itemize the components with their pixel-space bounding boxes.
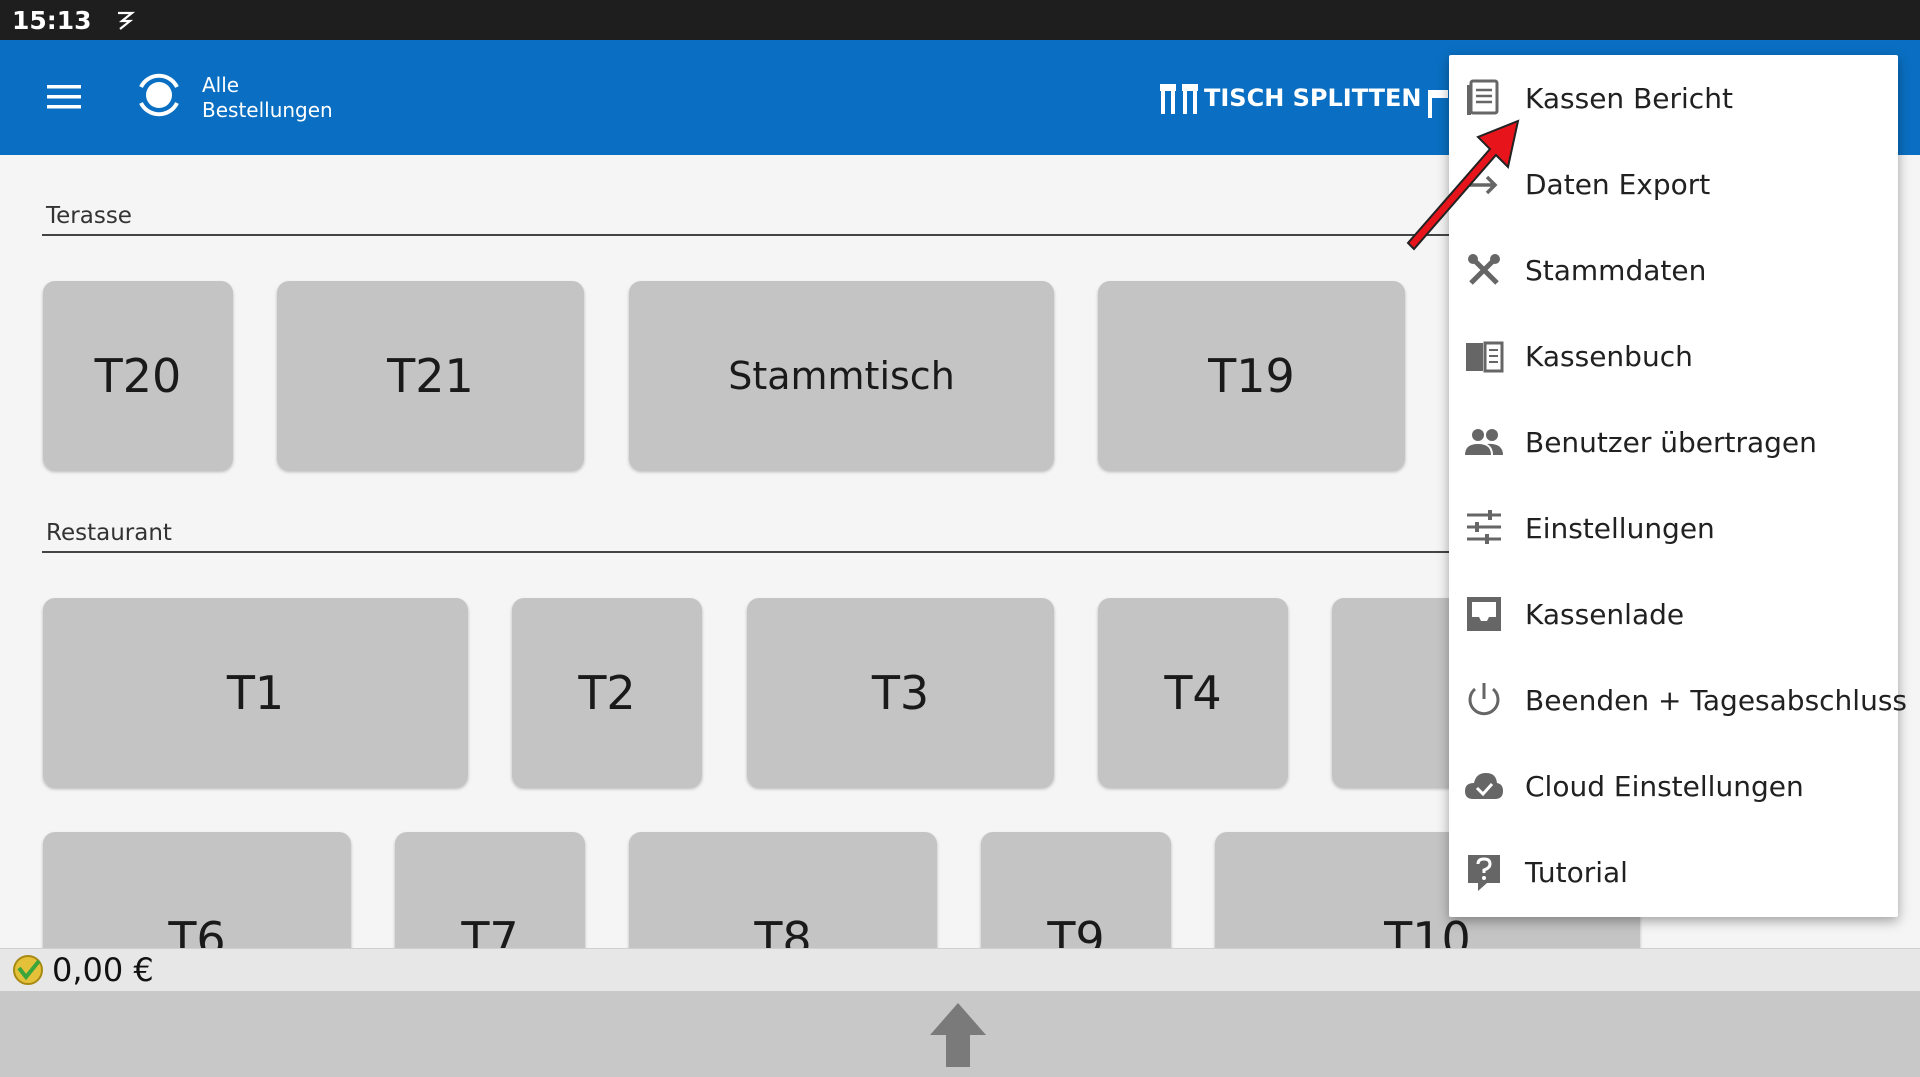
total-amount: 0,00 € xyxy=(52,951,154,989)
menu-item-tutorial[interactable]: Tutorial xyxy=(1449,829,1898,915)
table-label: T7 xyxy=(461,912,519,948)
drawer-icon xyxy=(1467,597,1501,631)
menu-item-label: Kassen Bericht xyxy=(1525,81,1733,115)
section-divider xyxy=(42,234,1462,236)
table-label: T6 xyxy=(168,912,226,948)
menu-item-label: Tutorial xyxy=(1525,855,1628,889)
table-tile[interactable]: T20 xyxy=(43,281,233,470)
help-icon xyxy=(1468,855,1500,891)
book-icon xyxy=(1466,341,1504,373)
split-table-button[interactable]: TISCH SPLITTEN xyxy=(1158,78,1422,118)
table-label: T20 xyxy=(94,348,182,403)
section-divider xyxy=(42,551,1462,553)
cloud-check-icon xyxy=(1465,773,1503,799)
status-time: 15:13 xyxy=(12,5,92,35)
bottom-nav xyxy=(0,991,1920,1077)
table-tile[interactable]: T3 xyxy=(747,598,1054,787)
page-title-line2: Bestellungen xyxy=(202,98,333,122)
menu-item-benutzer-uebertragen[interactable]: Benutzer übertragen xyxy=(1449,399,1898,485)
menu-item-kassen-bericht[interactable]: Kassen Bericht xyxy=(1449,55,1898,141)
power-icon xyxy=(1468,683,1500,716)
overflow-menu: Kassen Bericht Daten Export Stammdaten K… xyxy=(1449,55,1907,917)
status-bar: 15:13 xyxy=(0,0,1920,40)
menu-item-label: Stammdaten xyxy=(1525,253,1707,287)
tools-icon xyxy=(1468,254,1500,285)
split-table-icon xyxy=(1160,84,1198,114)
table-label: Stammtisch xyxy=(728,353,955,398)
table-label: T8 xyxy=(754,912,812,948)
table-tile[interactable]: T1 xyxy=(43,598,468,787)
export-icon xyxy=(1469,175,1498,195)
menu-item-label: Daten Export xyxy=(1525,167,1711,201)
table-label: T1 xyxy=(226,665,285,720)
menu-item-daten-export[interactable]: Daten Export xyxy=(1449,141,1898,227)
section-label-terasse: Terasse xyxy=(46,203,132,229)
table-label: T4 xyxy=(1164,665,1222,720)
report-icon xyxy=(1467,79,1499,115)
table-label: T3 xyxy=(871,665,930,720)
menu-item-label: Kassenlade xyxy=(1525,597,1685,631)
table-tile[interactable]: Stammtisch xyxy=(629,281,1054,470)
menu-item-label: Kassenbuch xyxy=(1525,339,1693,373)
table-label: T21 xyxy=(387,348,474,403)
table-tile[interactable]: T19 xyxy=(1098,281,1405,470)
table-tile[interactable]: T4 xyxy=(1098,598,1288,787)
table-tile[interactable]: T7 xyxy=(395,832,585,948)
table-tile[interactable]: T9 xyxy=(981,832,1171,948)
table-label: T9 xyxy=(1047,912,1105,948)
table-action-icon[interactable] xyxy=(1422,80,1452,122)
menu-item-kassenlade[interactable]: Kassenlade xyxy=(1449,571,1898,657)
menu-item-label: Einstellungen xyxy=(1525,511,1715,545)
page-title-line1: Alle xyxy=(202,73,240,97)
menu-item-kassenbuch[interactable]: Kassenbuch xyxy=(1449,313,1898,399)
hamburger-menu-icon[interactable] xyxy=(44,82,84,112)
menu-item-stammdaten[interactable]: Stammdaten xyxy=(1449,227,1898,313)
notification-icon xyxy=(117,11,135,30)
menu-item-beenden-tagesabschluss[interactable]: Beenden + Tagesabschluss xyxy=(1449,657,1907,743)
table-label: T2 xyxy=(578,665,636,720)
menu-item-einstellungen[interactable]: Einstellungen xyxy=(1449,485,1898,571)
split-table-label: TISCH SPLITTEN xyxy=(1204,84,1422,112)
table-label: T10 xyxy=(1384,912,1471,948)
table-tile[interactable]: T6 xyxy=(43,832,351,948)
table-tile[interactable]: T8 xyxy=(629,832,937,948)
menu-item-label: Cloud Einstellungen xyxy=(1525,769,1804,803)
menu-item-label: Beenden + Tagesabschluss xyxy=(1525,683,1907,717)
sliders-icon xyxy=(1467,510,1501,544)
table-tile[interactable]: T21 xyxy=(277,281,584,470)
arrow-up-icon[interactable] xyxy=(926,999,990,1071)
users-icon xyxy=(1465,429,1503,455)
total-bar: 0,00 € xyxy=(0,948,1920,992)
page-title: Alle Bestellungen xyxy=(202,73,333,123)
menu-item-label: Benutzer übertragen xyxy=(1525,425,1817,459)
app-logo-icon xyxy=(139,73,179,117)
menu-item-cloud-einstellungen[interactable]: Cloud Einstellungen xyxy=(1449,743,1898,829)
table-label: T19 xyxy=(1208,348,1295,403)
section-label-restaurant: Restaurant xyxy=(46,520,172,546)
coin-icon xyxy=(13,955,43,985)
table-tile[interactable]: T2 xyxy=(512,598,702,787)
